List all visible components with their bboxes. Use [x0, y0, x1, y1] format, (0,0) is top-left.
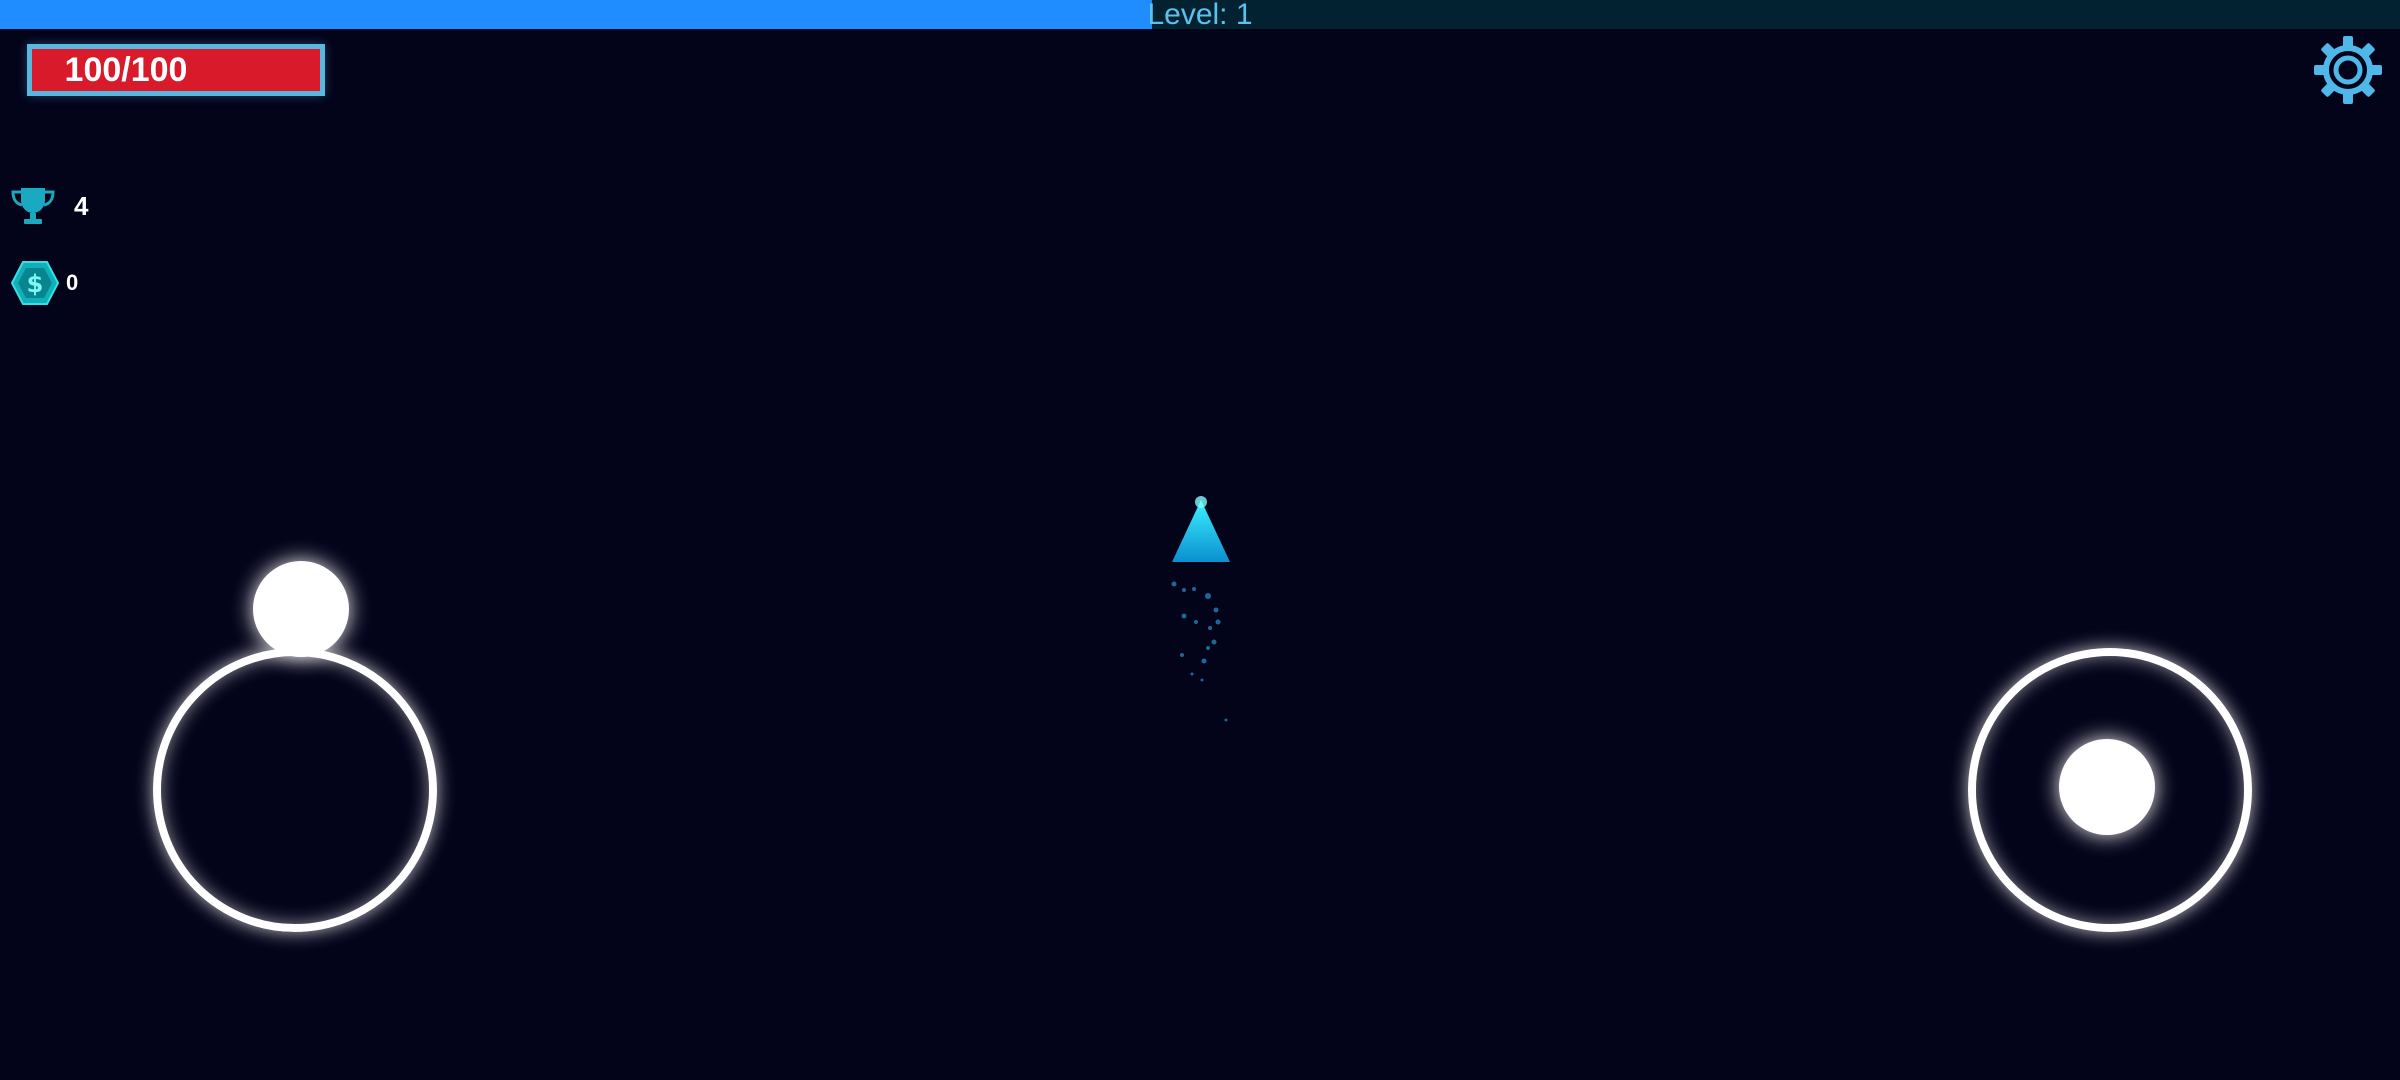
settings-button[interactable]	[2312, 34, 2384, 106]
game-screen[interactable]: Level: 1 100/100 4 $ 0	[0, 0, 2400, 1080]
dollar-hexagon-icon: $	[10, 261, 60, 305]
coin-counter: $ 0	[10, 260, 78, 306]
level-progress-bar: Level: 1	[0, 0, 2400, 31]
svg-text:$: $	[27, 270, 44, 298]
gear-icon	[2314, 36, 2382, 104]
left-joystick-knob[interactable]	[253, 561, 349, 657]
trophy-count: 4	[74, 190, 89, 221]
coin-count: 0	[66, 270, 79, 295]
health-bar: 100/100	[27, 44, 325, 96]
trophy-icon	[11, 188, 55, 224]
level-label: Level: 1	[1147, 0, 1253, 31]
player-ship	[1171, 496, 1230, 722]
left-joystick[interactable]	[153, 648, 437, 932]
right-joystick-knob[interactable]	[2059, 739, 2155, 835]
trophy-counter: 4	[10, 186, 88, 226]
health-text: 100/100	[64, 51, 188, 89]
